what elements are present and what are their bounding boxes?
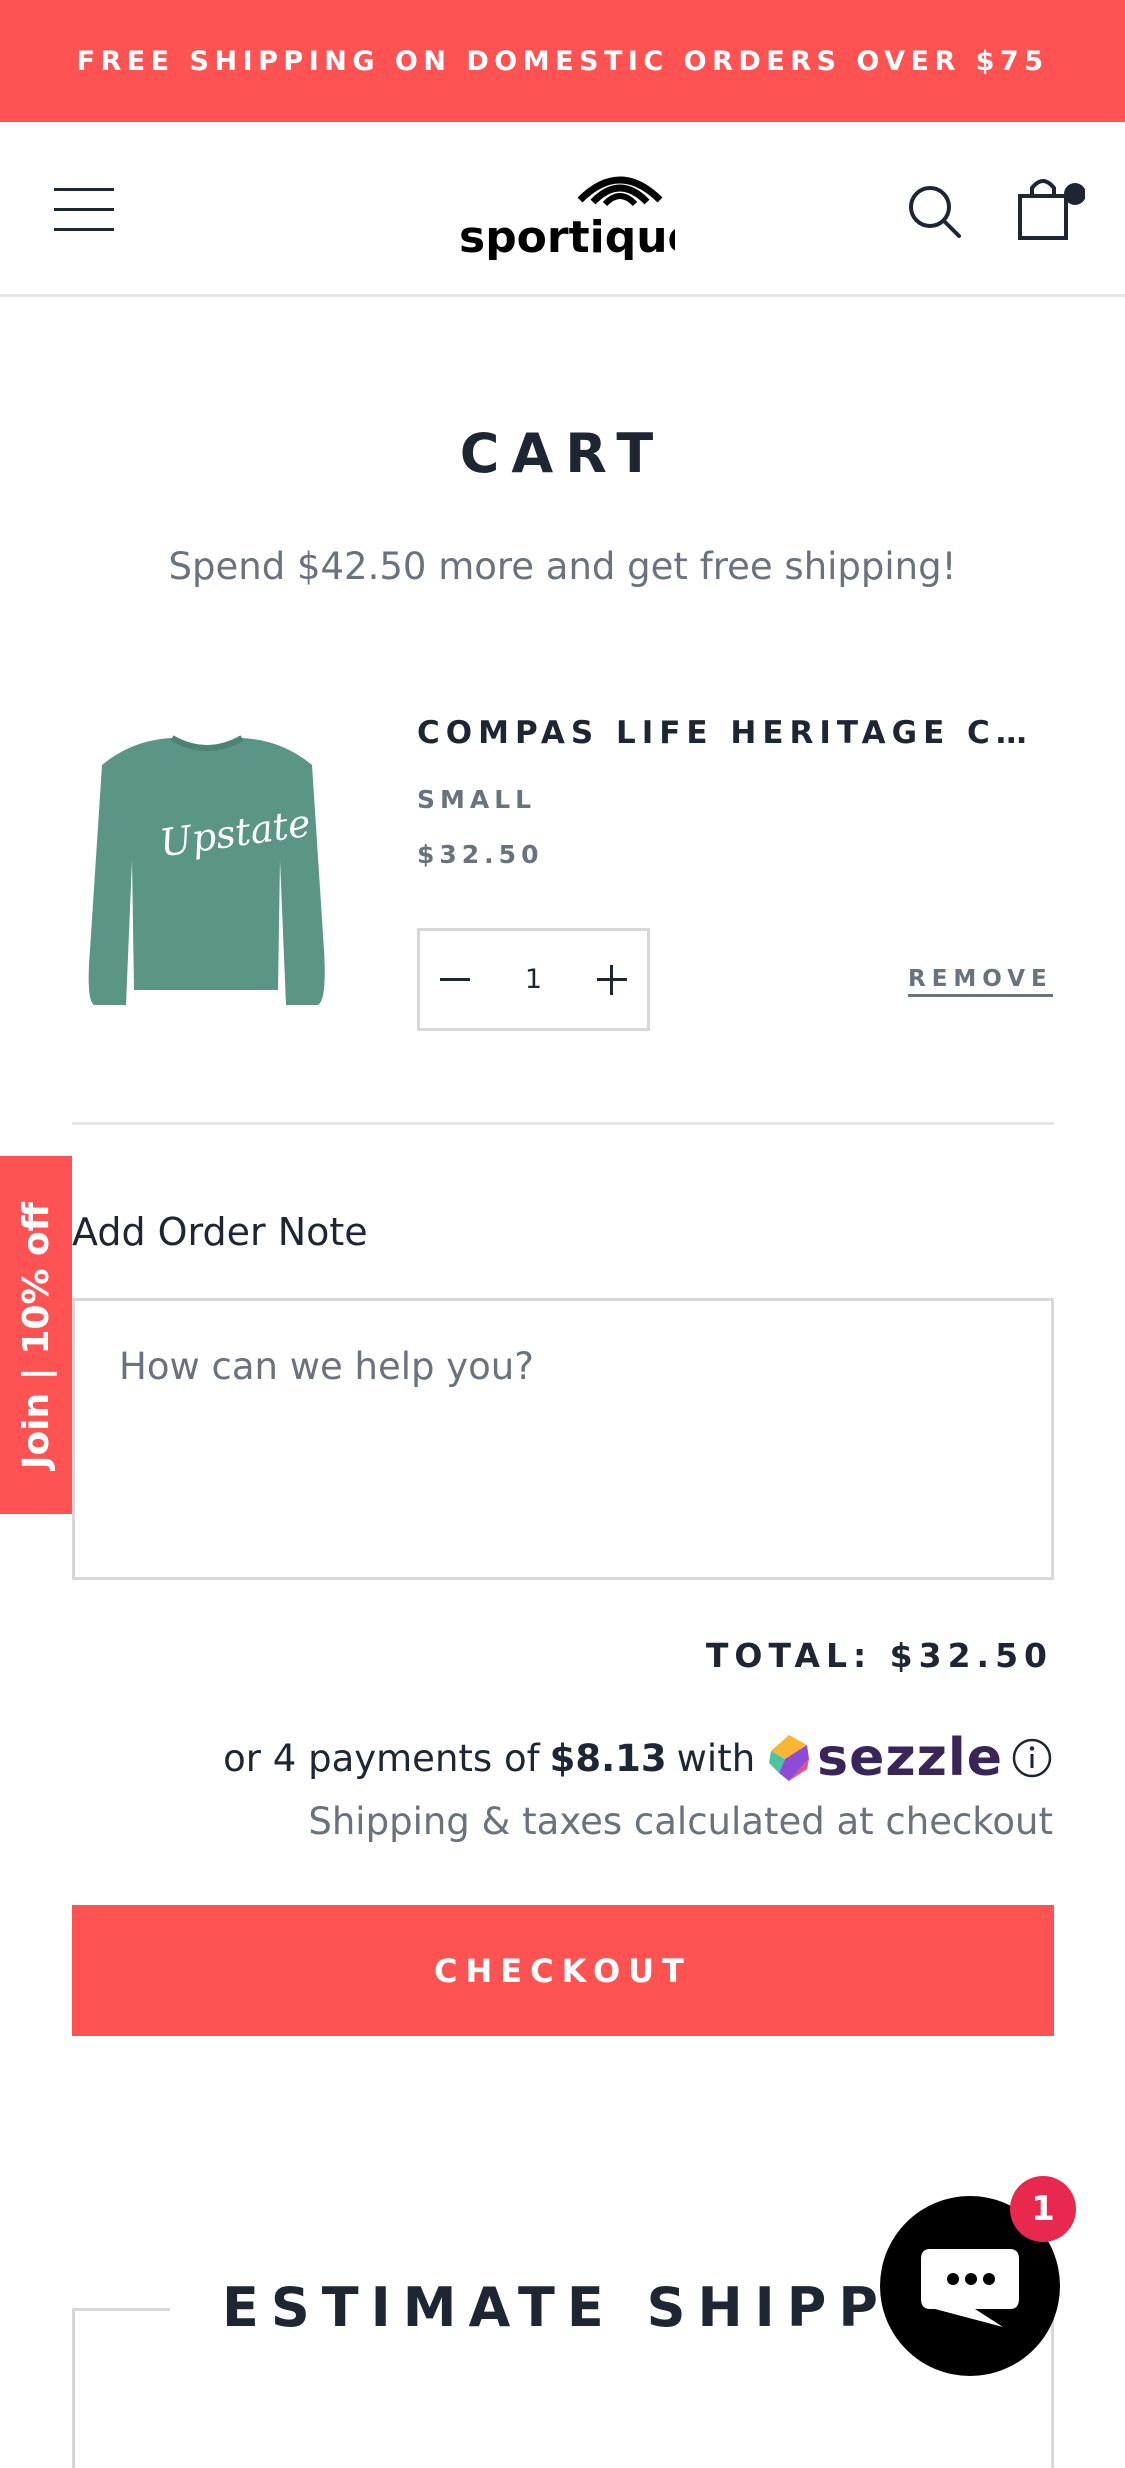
info-icon[interactable] <box>1011 1737 1053 1779</box>
sezzle-brand: sezzle <box>817 1728 1003 1788</box>
sportique-logo[interactable]: sportique <box>455 160 697 263</box>
sezzle-prefix: or 4 payments of <box>223 1736 540 1780</box>
product-variant: SMALL <box>417 785 537 814</box>
product-price: $32.50 <box>417 840 544 869</box>
order-note-textarea[interactable]: How can we help you? <box>72 1298 1054 1580</box>
chat-notification-badge: 1 <box>1010 2176 1076 2242</box>
sezzle-installment-info: or 4 payments of $8.13 with sezzle <box>223 1728 1053 1788</box>
divider <box>72 1122 1054 1125</box>
product-name[interactable]: COMPAS LIFE HERITAGE CREWNECK SWEATSHIRT <box>417 715 1042 751</box>
checkout-button[interactable]: CHECKOUT <box>72 1905 1054 2036</box>
product-image[interactable]: Upstate <box>72 710 342 1030</box>
discount-side-tab[interactable]: Join | 10% off <box>0 1156 72 1514</box>
hamburger-menu-icon[interactable] <box>54 188 114 232</box>
svg-text:sportique: sportique <box>459 212 675 260</box>
logo-graphic: sportique <box>459 176 697 263</box>
announcement-text: FREE SHIPPING ON DOMESTIC ORDERS OVER $7… <box>76 45 1049 77</box>
sezzle-logo[interactable]: sezzle <box>767 1728 1003 1788</box>
minus-icon <box>440 977 470 981</box>
sezzle-amount: $8.13 <box>549 1736 667 1780</box>
shipping-taxes-note: Shipping & taxes calculated at checkout <box>308 1800 1053 1843</box>
plus-icon <box>597 964 627 995</box>
quantity-value[interactable]: 1 <box>525 964 542 995</box>
checkout-label: CHECKOUT <box>434 1951 692 1990</box>
page-title: CART <box>459 422 666 485</box>
announcement-bar: FREE SHIPPING ON DOMESTIC ORDERS OVER $7… <box>0 0 1125 122</box>
order-note-label: Add Order Note <box>72 1210 368 1254</box>
quantity-stepper: 1 <box>417 928 650 1031</box>
side-tab-label: Join | 10% off <box>15 1201 57 1469</box>
free-shipping-message: Spend $42.50 more and get free shipping! <box>168 545 957 588</box>
sezzle-with: with <box>676 1736 756 1780</box>
search-icon[interactable] <box>905 182 965 242</box>
site-header: sportique <box>0 122 1125 297</box>
decrease-quantity-button[interactable] <box>420 931 490 1028</box>
order-note-placeholder: How can we help you? <box>119 1345 534 1388</box>
sezzle-mark-icon <box>769 1735 810 1781</box>
chat-bubble-icon <box>921 2249 1019 2327</box>
remove-item-link[interactable]: REMOVE <box>908 966 1053 997</box>
cart-total: TOTAL: $32.50 <box>705 1636 1053 1675</box>
shopping-bag-icon[interactable] <box>1015 174 1086 244</box>
increase-quantity-button[interactable] <box>577 931 647 1028</box>
